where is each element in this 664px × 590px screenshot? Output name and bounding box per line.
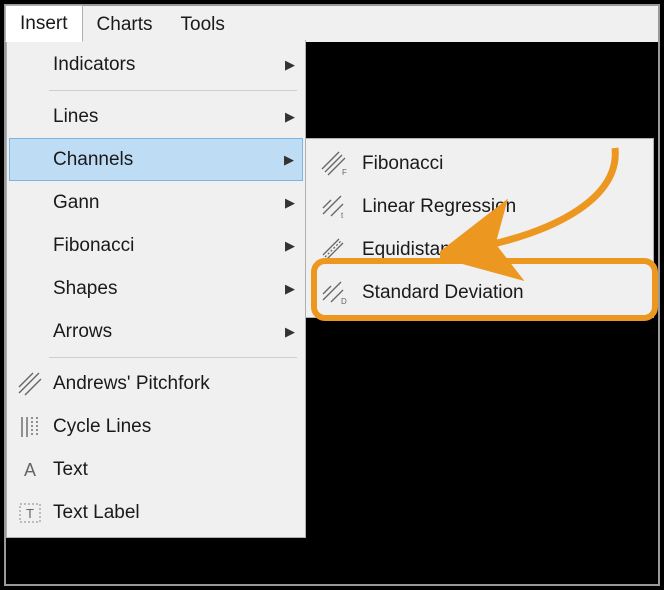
menu-item-indicators[interactable]: Indicators ▶ (9, 43, 303, 86)
submenu-item-label: Equidistant (360, 239, 651, 261)
menu-item-gann[interactable]: Gann ▶ (9, 181, 303, 224)
pitchfork-icon (9, 362, 51, 405)
menu-item-label: Lines (51, 106, 277, 128)
menubar-item-label: Charts (97, 14, 153, 36)
blank-icon (9, 267, 51, 310)
channel-fibonacci-icon: F (308, 142, 360, 185)
menu-item-text[interactable]: A Text (9, 448, 303, 491)
svg-text:T: T (26, 506, 34, 521)
svg-text:t: t (341, 211, 344, 220)
menubar-item-charts[interactable]: Charts (83, 6, 167, 42)
submenu-item-standard-deviation[interactable]: D Standard Deviation (308, 271, 651, 314)
menu-item-label: Indicators (51, 54, 277, 76)
blank-icon (9, 43, 51, 86)
svg-text:D: D (341, 297, 347, 306)
submenu-item-label: Fibonacci (360, 153, 651, 175)
text-label-icon: T (9, 491, 51, 534)
submenu-item-equidistant[interactable]: Equidistant (308, 228, 651, 271)
menu-item-label: Text (51, 459, 303, 481)
menu-item-label: Text Label (51, 502, 303, 524)
menubar: Insert Charts Tools (6, 6, 658, 42)
menu-item-label: Fibonacci (51, 235, 277, 257)
svg-text:F: F (342, 168, 347, 177)
menu-item-cycle-lines[interactable]: Cycle Lines (9, 405, 303, 448)
menubar-item-insert[interactable]: Insert (5, 5, 83, 42)
submenu-channels: F Fibonacci t Linear Regression (305, 138, 654, 318)
submenu-arrow-icon: ▶ (276, 152, 302, 168)
menu-item-label: Channels (51, 149, 276, 171)
menu-item-label: Shapes (51, 278, 277, 300)
submenu-item-label: Linear Regression (360, 196, 651, 218)
menu-separator (49, 90, 297, 91)
cycle-lines-icon (9, 405, 51, 448)
menubar-item-label: Tools (181, 14, 225, 36)
submenu-arrow-icon: ▶ (277, 57, 303, 73)
blank-icon (9, 181, 51, 224)
menu-separator (49, 357, 297, 358)
blank-icon (9, 224, 51, 267)
blank-icon (9, 310, 51, 353)
menu-item-text-label[interactable]: T Text Label (9, 491, 303, 534)
menu-item-arrows[interactable]: Arrows ▶ (9, 310, 303, 353)
submenu-arrow-icon: ▶ (277, 324, 303, 340)
menubar-item-tools[interactable]: Tools (167, 6, 239, 42)
menu-item-fibonacci[interactable]: Fibonacci ▶ (9, 224, 303, 267)
channel-equidistant-icon (308, 228, 360, 271)
submenu-item-fibonacci[interactable]: F Fibonacci (308, 142, 651, 185)
menu-insert: Indicators ▶ Lines ▶ Channels ▶ Gann ▶ F… (6, 40, 306, 538)
menu-item-channels[interactable]: Channels ▶ (9, 138, 303, 181)
menubar-item-label: Insert (20, 13, 68, 35)
submenu-arrow-icon: ▶ (277, 238, 303, 254)
channel-linear-regression-icon: t (308, 185, 360, 228)
submenu-arrow-icon: ▶ (277, 281, 303, 297)
menu-item-lines[interactable]: Lines ▶ (9, 95, 303, 138)
menu-item-label: Andrews' Pitchfork (51, 373, 303, 395)
submenu-item-linear-regression[interactable]: t Linear Regression (308, 185, 651, 228)
submenu-arrow-icon: ▶ (277, 109, 303, 125)
svg-text:A: A (24, 460, 36, 480)
menu-item-label: Arrows (51, 321, 277, 343)
submenu-arrow-icon: ▶ (277, 195, 303, 211)
submenu-item-label: Standard Deviation (360, 282, 651, 304)
menu-item-andrews-pitchfork[interactable]: Andrews' Pitchfork (9, 362, 303, 405)
blank-icon (9, 95, 51, 138)
blank-icon (10, 139, 51, 180)
menu-item-label: Cycle Lines (51, 416, 303, 438)
text-icon: A (9, 448, 51, 491)
channel-standard-deviation-icon: D (308, 271, 360, 314)
menu-item-label: Gann (51, 192, 277, 214)
menu-item-shapes[interactable]: Shapes ▶ (9, 267, 303, 310)
